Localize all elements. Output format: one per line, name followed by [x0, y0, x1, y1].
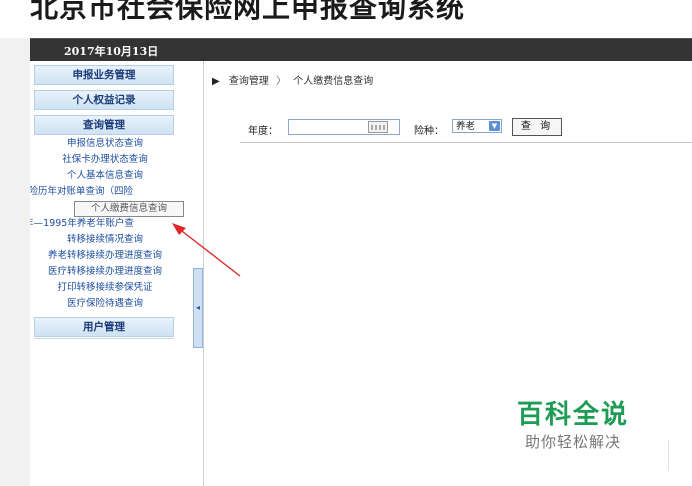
watermark-title: 百科全说 — [517, 400, 630, 430]
watermark-subtitle: 助你轻松解决 — [525, 433, 622, 451]
scroll-track — [668, 440, 669, 470]
